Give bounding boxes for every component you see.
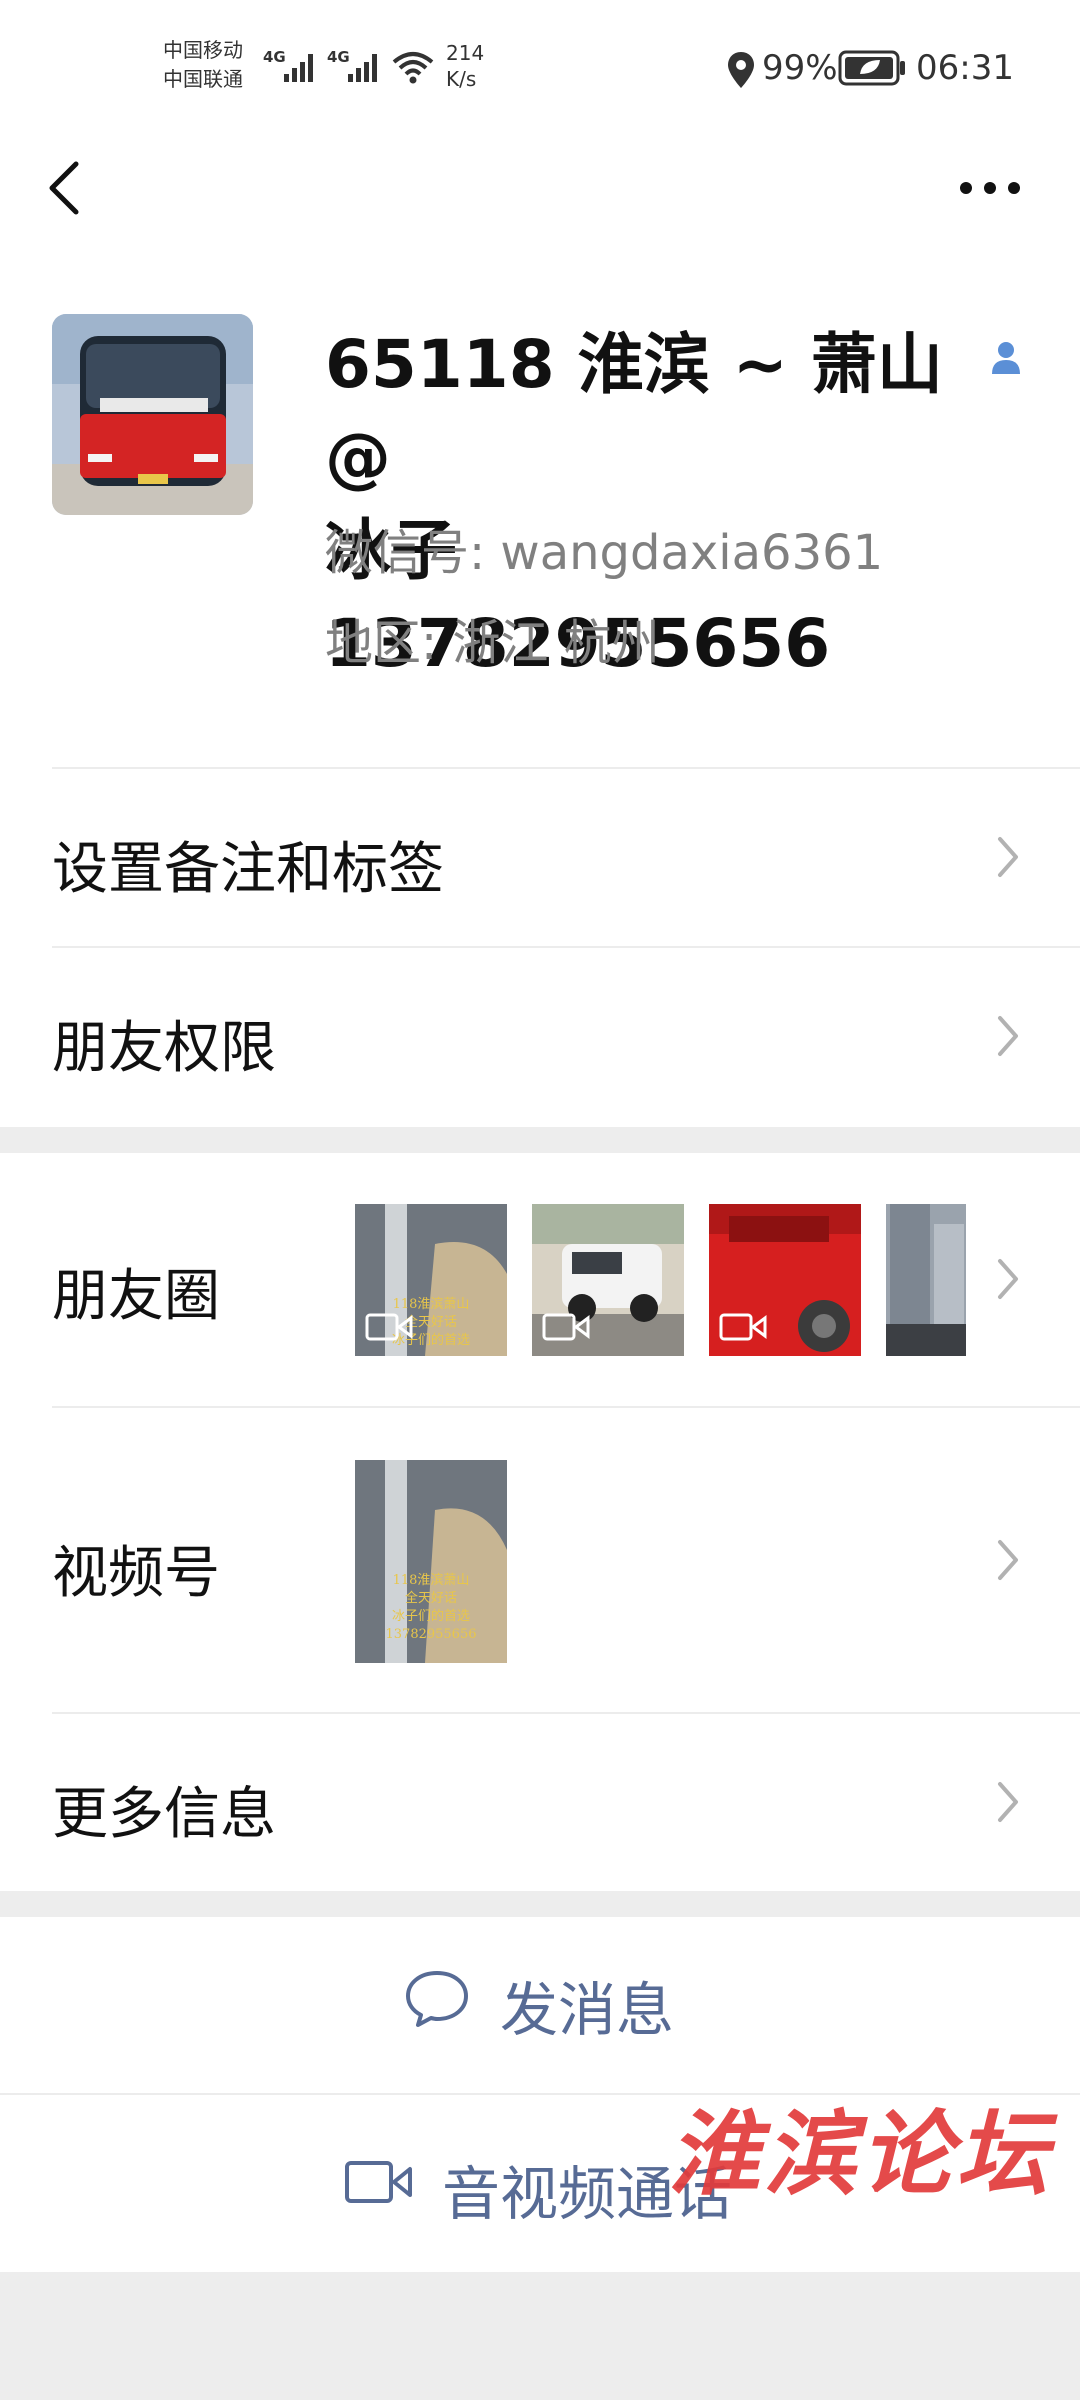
chevron-right-icon [998,1259,1018,1299]
wechat-id: 微信号: wangdaxia6361 [325,525,884,581]
building-photo [886,1204,966,1356]
moments-row[interactable]: 朋友圈 118淮滨萧山 全天好话 冰子们的首选 [0,1153,1080,1407]
channels-thumbnail[interactable]: 118淮滨萧山 全天好话 冰子们的首选 13782955656 [355,1460,507,1663]
moments-thumbnail-4[interactable] [886,1204,966,1356]
back-button[interactable] [44,160,88,216]
friend-permission-label: 朋友权限 [52,1016,276,1081]
section-gap [0,1891,1080,1917]
chevron-right-icon [998,837,1018,877]
remark-tags-row[interactable]: 设置备注和标签 [0,769,1080,945]
send-message-button[interactable]: 发消息 [0,1917,1080,2093]
bus-photo [52,314,253,515]
moments-thumbnail-1[interactable]: 118淮滨萧山 全天好话 冰子们的首选 [355,1204,507,1356]
network-type-2: 4G [327,48,350,66]
moments-thumbnail-2[interactable] [532,1204,684,1356]
friend-permission-row[interactable]: 朋友权限 [0,948,1080,1124]
video-icon [719,1313,767,1341]
chevron-right-icon [998,1016,1018,1056]
thumb-caption-line-4: 13782955656 [385,1627,477,1642]
more-options-button[interactable] [958,160,1022,216]
contact-person-icon [992,342,1020,374]
speed-value: 214 [446,41,485,65]
network-speed: 214 K/s [446,40,484,92]
clock: 06:31 [916,48,1014,88]
network-type-1: 4G [263,48,286,66]
chevron-right-icon [998,1782,1018,1822]
remark-tags-label: 设置备注和标签 [52,837,444,902]
carrier-1: 中国移动 [163,38,243,62]
signal-icon-1 [284,50,324,82]
thumb-caption-line-2: 全天好话 [404,1591,457,1606]
thumb-caption: 118淮滨萧山 全天好话 冰子们的首选 13782955656 [361,1572,501,1644]
channels-label: 视频号 [52,1541,220,1606]
moments-label: 朋友圈 [52,1264,220,1329]
channels-row[interactable]: 视频号 118淮滨萧山 全天好话 冰子们的首选 13782955656 [0,1408,1080,1713]
thumb-caption-line-3: 冰子们的首选 [391,1609,470,1624]
contact-name-line-1: 65118 淮滨 ~ 萧山@ [325,326,943,496]
bottom-area [0,2272,1080,2400]
region: 地区: 浙江 杭州 [325,615,660,671]
more-info-row[interactable]: 更多信息 [0,1714,1080,1890]
more-info-label: 更多信息 [52,1782,276,1847]
forum-watermark: 淮滨论坛 [668,2100,1053,2208]
section-gap [0,1127,1080,1153]
battery-percent: 99% [762,48,838,88]
chevron-right-icon [998,1540,1018,1580]
thumb-caption-line-1: 118淮滨萧山 [392,1573,470,1588]
video-icon [365,1313,413,1341]
battery-icon [838,50,905,86]
carrier-2: 中国联通 [163,67,243,91]
send-message-label: 发消息 [500,1976,675,2044]
signal-icon-2 [348,50,388,82]
avatar[interactable] [52,314,253,515]
speed-unit: K/s [446,67,477,91]
moments-thumbnail-3[interactable] [709,1204,861,1356]
carrier-labels: 中国移动 中国联通 [163,36,243,94]
wifi-icon [392,52,434,84]
video-call-icon [345,2161,412,2203]
video-icon [542,1313,590,1341]
location-icon [728,52,754,88]
chat-bubble-icon [406,1971,468,2027]
